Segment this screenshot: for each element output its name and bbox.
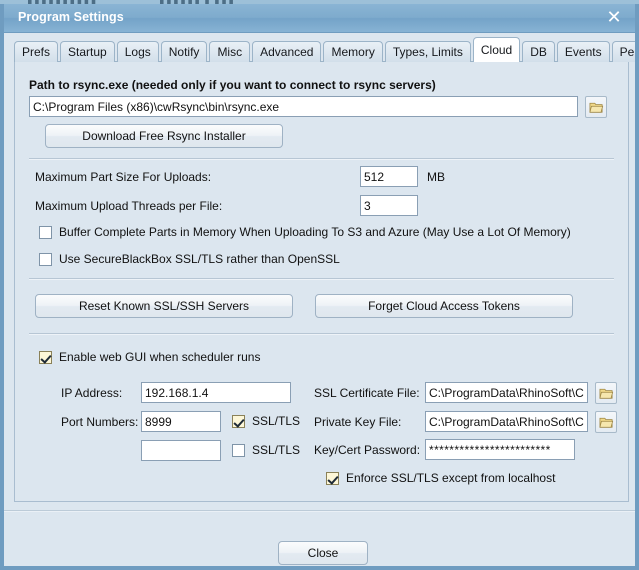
download-rsync-installer-button[interactable]: Download Free Rsync Installer — [45, 124, 283, 148]
enable-web-gui-label: Enable web GUI when scheduler runs — [59, 350, 261, 364]
enable-web-gui-checkbox[interactable] — [39, 350, 52, 364]
enforce-ssl-label: Enforce SSL/TLS except from localhost — [346, 471, 556, 485]
folder-icon — [599, 388, 614, 399]
tab-misc[interactable]: Misc — [209, 41, 251, 62]
folder-icon — [599, 417, 614, 428]
port-2-ssl-label: SSL/TLS — [252, 443, 301, 457]
private-key-file-label: Private Key File: — [314, 415, 402, 429]
port-2-ssl-checkbox-row[interactable]: SSL/TLS — [232, 443, 300, 457]
ssl-certificate-file-input[interactable] — [425, 382, 588, 403]
tab-db[interactable]: DB — [522, 41, 555, 62]
ip-address-input[interactable] — [141, 382, 291, 403]
dialog-title: Program Settings — [18, 10, 124, 24]
buffer-parts-label: Buffer Complete Parts in Memory When Upl… — [59, 225, 571, 239]
tab-notify[interactable]: Notify — [160, 41, 208, 62]
buffer-parts-checkbox[interactable] — [39, 225, 52, 239]
tab-startup[interactable]: Startup — [60, 41, 115, 62]
tab-advanced[interactable]: Advanced — [252, 41, 322, 62]
tab-events[interactable]: Events — [556, 41, 610, 62]
port-numbers-label: Port Numbers: — [61, 415, 139, 429]
enforce-ssl-checkbox[interactable] — [326, 471, 339, 485]
settings-tabstrip: Prefs Startup Logs Notify Misc Advanced Memory… — [14, 37, 635, 62]
ssl-certificate-browse-button[interactable] — [595, 382, 617, 404]
port-1-ssl-label: SSL/TLS — [252, 414, 301, 428]
reset-known-servers-button[interactable]: Reset Known SSL/SSH Servers — [35, 294, 293, 318]
ip-address-label: IP Address: — [61, 386, 123, 400]
tab-performance[interactable]: Performance — [611, 41, 635, 62]
folder-icon — [589, 102, 604, 113]
secureblackbox-label: Use SecureBlackBox SSL/TLS rather than O… — [59, 252, 340, 266]
ssl-certificate-file-label: SSL Certificate File: — [314, 386, 420, 400]
footer-separator — [4, 510, 635, 512]
enforce-ssl-checkbox-row[interactable]: Enforce SSL/TLS except from localhost — [326, 471, 555, 485]
close-button[interactable]: Close — [278, 541, 368, 565]
port-1-ssl-checkbox-row[interactable]: SSL/TLS — [232, 414, 300, 428]
max-part-size-input[interactable] — [360, 166, 418, 187]
separator-1 — [29, 158, 614, 160]
key-cert-password-input[interactable] — [425, 439, 575, 460]
tab-prefs[interactable]: Prefs — [14, 41, 59, 62]
rsync-path-browse-button[interactable] — [585, 96, 607, 118]
private-key-browse-button[interactable] — [595, 411, 617, 433]
tab-types-limits[interactable]: Types, Limits — [384, 41, 471, 62]
port-1-ssl-checkbox[interactable] — [232, 414, 245, 428]
tab-memory[interactable]: Memory — [323, 41, 383, 62]
port-1-input[interactable] — [141, 411, 221, 432]
program-settings-dialog: Program Settings ✕ Prefs Startup Logs Notif… — [0, 4, 639, 570]
max-threads-label: Maximum Upload Threads per File: — [35, 199, 223, 213]
secureblackbox-checkbox[interactable] — [39, 252, 52, 266]
separator-2 — [29, 278, 614, 280]
buffer-parts-checkbox-row[interactable]: Buffer Complete Parts in Memory When Upl… — [39, 225, 571, 239]
separator-3 — [29, 333, 614, 335]
rsync-path-label: Path to rsync.exe (needed only if you wa… — [29, 78, 436, 92]
port-2-input[interactable] — [141, 440, 221, 461]
forget-cloud-tokens-button[interactable]: Forget Cloud Access Tokens — [315, 294, 573, 318]
cloud-tab-panel: Path to rsync.exe (needed only if you wa… — [14, 61, 629, 502]
enable-web-gui-checkbox-row[interactable]: Enable web GUI when scheduler runs — [39, 350, 260, 364]
max-part-size-unit: MB — [427, 170, 445, 184]
max-threads-input[interactable] — [360, 195, 418, 216]
secureblackbox-checkbox-row[interactable]: Use SecureBlackBox SSL/TLS rather than O… — [39, 252, 340, 266]
rsync-path-input[interactable] — [29, 96, 578, 117]
max-part-size-label: Maximum Part Size For Uploads: — [35, 170, 212, 184]
tab-logs[interactable]: Logs — [116, 41, 159, 62]
private-key-file-input[interactable] — [425, 411, 588, 432]
key-cert-password-label: Key/Cert Password: — [314, 443, 421, 457]
port-2-ssl-checkbox[interactable] — [232, 443, 245, 457]
tab-cloud[interactable]: Cloud — [472, 37, 521, 62]
close-icon[interactable]: ✕ — [603, 7, 625, 29]
dialog-titlebar: Program Settings ✕ — [4, 4, 635, 33]
